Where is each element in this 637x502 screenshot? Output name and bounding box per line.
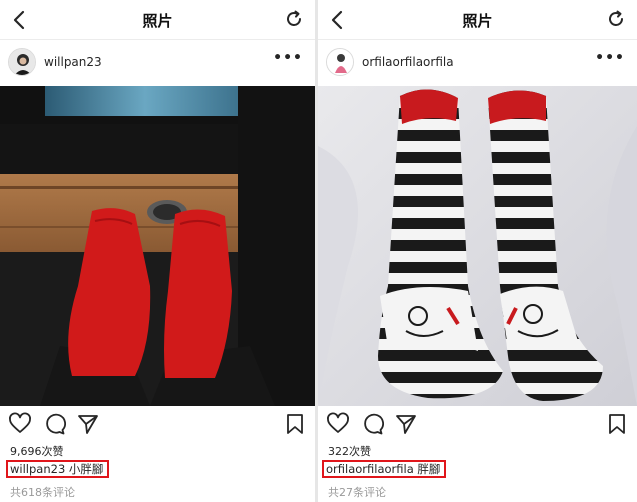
more-dots-icon[interactable]: ••• (273, 50, 303, 66)
more-dots-icon[interactable]: ••• (595, 50, 625, 66)
caption-text: 小胖腳 (68, 462, 104, 476)
comment-count[interactable]: 共618条评论 (10, 484, 75, 500)
page-title: 照片 (462, 12, 493, 30)
bookmark-icon[interactable] (283, 412, 307, 436)
post-photo[interactable] (318, 86, 637, 406)
caption-username[interactable]: orfilaorfilaorfila (326, 462, 414, 476)
top-bar: 照片 (318, 0, 637, 40)
heart-icon[interactable] (326, 412, 350, 436)
post-actions (318, 410, 637, 440)
post-panel-left: 照片 willpan23 ••• 9,696次赞 willpan23 小胖腳 共… (0, 0, 315, 502)
avatar[interactable] (8, 48, 36, 76)
avatar[interactable] (326, 48, 354, 76)
page-title: 照片 (142, 12, 173, 30)
post-panel-right: 照片 orfilaorfilaorfila ••• 322次赞 orfilaor… (318, 0, 637, 502)
post-username[interactable]: willpan23 (44, 55, 102, 69)
caption-username[interactable]: willpan23 (10, 462, 65, 476)
post-actions (0, 410, 315, 440)
like-count[interactable]: 322次赞 (328, 443, 371, 459)
post-header: orfilaorfilaorfila ••• (318, 42, 637, 86)
caption-highlight: orfilaorfilaorfila 胖腳 (322, 460, 447, 478)
post-photo[interactable] (0, 86, 315, 406)
send-icon[interactable] (76, 412, 100, 436)
caption-highlight: willpan23 小胖腳 (6, 460, 110, 478)
post-header: willpan23 ••• (0, 42, 315, 86)
comment-icon[interactable] (360, 412, 384, 436)
send-icon[interactable] (394, 412, 418, 436)
top-bar: 照片 (0, 0, 315, 40)
heart-icon[interactable] (8, 412, 32, 436)
refresh-icon[interactable] (605, 8, 627, 30)
caption-text: 胖腳 (417, 462, 441, 476)
bookmark-icon[interactable] (605, 412, 629, 436)
comment-count[interactable]: 共27条评论 (328, 484, 386, 500)
post-username[interactable]: orfilaorfilaorfila (362, 55, 454, 69)
like-count[interactable]: 9,696次赞 (10, 443, 64, 459)
refresh-icon[interactable] (283, 8, 305, 30)
comment-icon[interactable] (42, 412, 66, 436)
